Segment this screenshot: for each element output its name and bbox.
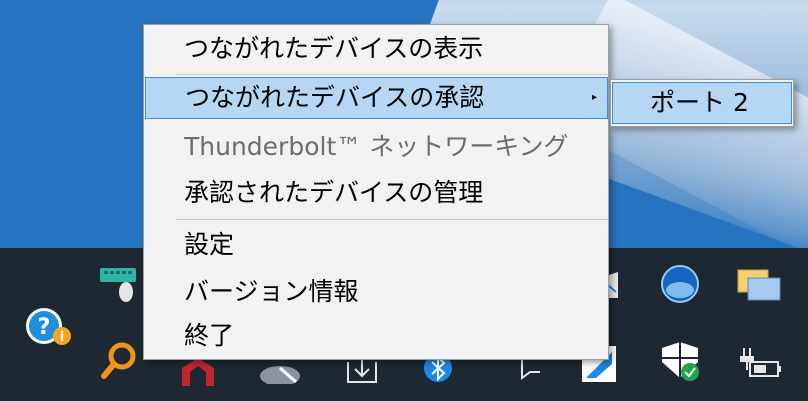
menu-separator <box>176 74 608 75</box>
menu-item-thunderbolt-networking: Thunderbolt™ ネットワーキング <box>144 126 608 168</box>
submenu-arrow-icon: ▸ <box>591 92 597 103</box>
svg-text:i: i <box>60 330 64 345</box>
menu-item-label: Thunderbolt™ ネットワーキング <box>184 132 569 161</box>
menu-item-label: つながれたデバイスの承認 <box>185 83 485 112</box>
submenu-item-port-2[interactable]: ポート 2 <box>612 82 792 124</box>
submenu-item-label: ポート 2 <box>650 88 749 117</box>
menu-item-exit[interactable]: 終了 <box>144 315 608 357</box>
keyboard-mouse-icon[interactable] <box>98 264 138 304</box>
windows-security-icon[interactable] <box>660 340 702 384</box>
menu-item-label: 設定 <box>184 230 235 259</box>
power-battery-icon[interactable] <box>736 344 784 378</box>
menu-item-manage-approved-devices[interactable]: 承認されたデバイスの管理 <box>144 172 608 214</box>
menu-item-label: つながれたデバイスの表示 <box>184 34 484 63</box>
search-magnifier-icon[interactable] <box>100 340 140 380</box>
help-info-icon[interactable]: ? i <box>24 306 72 354</box>
menu-item-show-connected-devices[interactable]: つながれたデバイスの表示 <box>144 28 608 70</box>
menu-item-label: 終了 <box>184 321 235 350</box>
approve-devices-submenu: ポート 2 <box>610 79 794 127</box>
menu-item-about[interactable]: バージョン情報 <box>144 271 608 313</box>
cloud-icon[interactable] <box>258 358 302 386</box>
tray-context-menu: つながれたデバイスの表示 つながれたデバイスの承認 ▸ Thunderbolt™… <box>143 24 609 360</box>
network-globe-icon[interactable] <box>660 264 700 304</box>
menu-item-label: 承認されたデバイスの管理 <box>184 178 484 207</box>
display-icon[interactable] <box>736 266 782 302</box>
menu-item-settings[interactable]: 設定 <box>144 224 608 266</box>
menu-item-label: バージョン情報 <box>184 277 359 306</box>
menu-item-approve-connected-devices[interactable]: つながれたデバイスの承認 ▸ <box>145 77 608 119</box>
menu-separator <box>176 219 608 220</box>
antivirus-shield-icon[interactable] <box>180 356 216 386</box>
svg-text:?: ? <box>38 315 51 340</box>
